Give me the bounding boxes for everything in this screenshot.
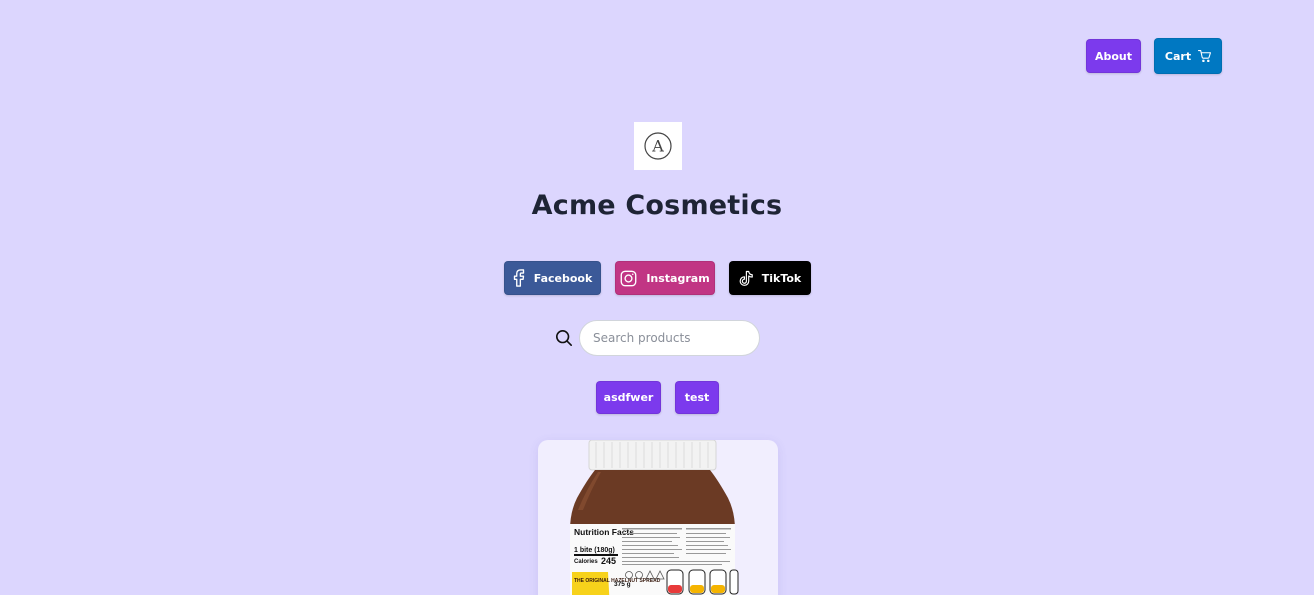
category-label: asdfwer [603,391,654,404]
instagram-icon [620,270,637,286]
search-input[interactable] [579,320,760,356]
product-card[interactable]: Nutrition Facts 1 bite (180g) Calories 2… [538,440,778,595]
facebook-icon [513,269,524,287]
cart-icon [1198,50,1212,62]
instagram-label: Instagram [646,271,710,285]
svg-text:1 bite (180g): 1 bite (180g) [574,547,615,554]
svg-text:245: 245 [601,556,616,566]
store-title: Acme Cosmetics [531,190,783,221]
search-icon[interactable] [555,329,573,347]
svg-text:Calories: Calories [574,559,598,565]
product-image: Nutrition Facts 1 bite (180g) Calories 2… [570,440,739,595]
tiktok-button[interactable]: TikTok [729,261,811,295]
facebook-button[interactable]: Facebook [504,261,601,295]
facebook-label: Facebook [533,271,593,285]
category-button-asdfwer[interactable]: asdfwer [596,381,661,414]
store-logo: A [634,122,682,170]
category-label: test [684,391,710,404]
tiktok-label: TikTok [761,271,802,285]
logo-mark: A [644,132,672,160]
tiktok-icon [739,270,753,286]
svg-text:A: A [651,137,664,156]
category-button-test[interactable]: test [675,381,719,414]
cart-button[interactable]: Cart [1154,38,1222,74]
svg-text:375 g: 375 g [614,581,631,588]
about-label: About [1094,49,1133,63]
instagram-button[interactable]: Instagram [615,261,715,295]
about-button[interactable]: About [1086,39,1141,73]
cart-label: Cart [1164,49,1192,63]
